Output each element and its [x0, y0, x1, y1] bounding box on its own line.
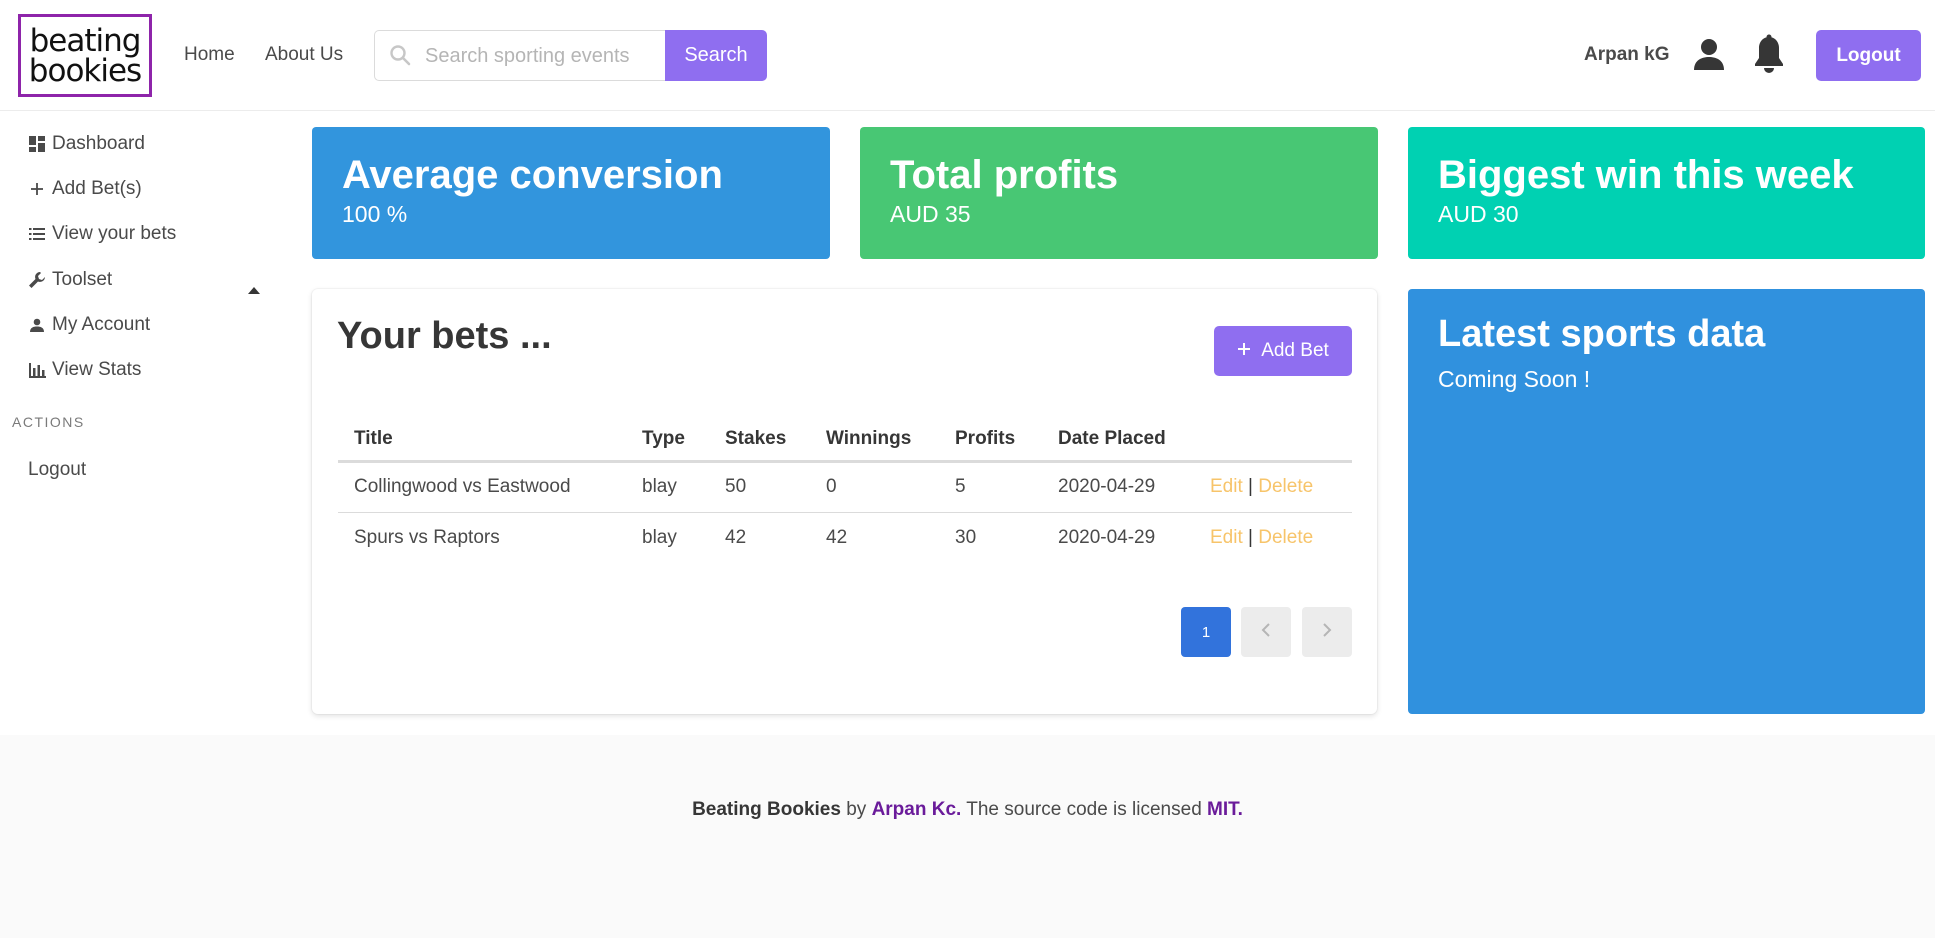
caret-up-icon[interactable]: [248, 281, 260, 299]
table-row: Collingwood vs Eastwood blay 50 0 5 2020…: [338, 461, 1352, 513]
nav-home-link[interactable]: Home: [184, 44, 235, 66]
wrench-icon: [28, 271, 46, 289]
sidebar-item-toolset[interactable]: Toolset: [28, 267, 112, 293]
bets-title: Your bets ...: [337, 315, 552, 357]
sidebar-item-label: My Account: [52, 314, 151, 335]
sports-subtitle: Coming Soon !: [1438, 366, 1591, 392]
cell-winnings: 0: [810, 461, 939, 513]
edit-link[interactable]: Edit: [1210, 527, 1243, 548]
sidebar-item-add-bets[interactable]: Add Bet(s): [28, 176, 142, 202]
footer-app-name: Beating Bookies: [692, 799, 841, 820]
cell-actions: Edit | Delete: [1194, 461, 1352, 513]
bets-card: Your bets ... Add Bet Title Type Stakes …: [312, 289, 1377, 714]
column-header: Stakes: [709, 419, 810, 463]
cell-winnings: 42: [826, 526, 848, 548]
sidebar-item-label: View Stats: [52, 359, 142, 380]
cell-date: 2020-04-29: [1058, 526, 1156, 548]
sports-title: Latest sports data: [1438, 313, 1766, 355]
stat-value: AUD 35: [890, 201, 971, 227]
edit-link[interactable]: Edit: [1210, 476, 1243, 497]
stat-title: Biggest win this week: [1438, 153, 1854, 197]
list-icon: [28, 227, 46, 241]
footer-license-link[interactable]: MIT.: [1207, 799, 1243, 820]
user-icon[interactable]: [1691, 36, 1727, 77]
pagination-page-1[interactable]: 1: [1181, 607, 1231, 657]
stat-card-biggest-win: Biggest win this week AUD 30: [1408, 127, 1925, 259]
column-header: Type: [626, 419, 709, 463]
table-header-row: Title Type Stakes Winnings Profits Date …: [338, 419, 1352, 463]
logo[interactable]: beating bookies: [18, 14, 152, 97]
pagination-previous-button[interactable]: [1241, 607, 1291, 657]
search-button[interactable]: Search: [665, 30, 767, 81]
pagination-next-button[interactable]: [1302, 607, 1352, 657]
search-input[interactable]: [425, 41, 655, 71]
column-header-actions: [1194, 419, 1352, 463]
user-name: Arpan kG: [1584, 44, 1670, 65]
sidebar-item-label: Dashboard: [52, 133, 145, 154]
add-bet-button[interactable]: Add Bet: [1214, 326, 1352, 376]
footer: Beating Bookies by Arpan Kc. The source …: [0, 735, 1935, 938]
sidebar-item-dashboard[interactable]: Dashboard: [28, 131, 145, 157]
logo-line-1: beating: [29, 22, 142, 59]
delete-link[interactable]: Delete: [1258, 527, 1313, 548]
stat-value: AUD 30: [1438, 201, 1519, 227]
delete-link[interactable]: Delete: [1258, 476, 1313, 497]
plus-icon: [28, 182, 46, 196]
bets-table: Title Type Stakes Winnings Profits Date …: [338, 419, 1352, 563]
chevron-right-icon: [1322, 622, 1332, 642]
dashboard-icon: [28, 136, 46, 152]
actions-section-label: ACTIONS: [12, 414, 85, 430]
sidebar-item-label: Add Bet(s): [52, 178, 142, 199]
top-navbar: beating bookies Home About Us Search Arp…: [0, 0, 1935, 111]
cell-title: Collingwood vs Eastwood: [338, 461, 626, 513]
sidebar-item-logout[interactable]: Logout: [28, 457, 86, 483]
search-icon: [389, 44, 411, 71]
column-header: Date Placed: [1042, 419, 1194, 463]
column-header: Profits: [939, 419, 1042, 463]
cell-profits: 30: [955, 526, 977, 548]
logout-button[interactable]: Logout: [1816, 30, 1921, 81]
cell-profits: 5: [939, 461, 1042, 513]
chevron-left-icon: [1261, 622, 1271, 642]
separator: |: [1248, 476, 1253, 497]
stat-value: 100 %: [342, 201, 408, 227]
footer-text: Beating Bookies by Arpan Kc. The source …: [0, 799, 1935, 821]
stat-card-average-conversion: Average conversion 100 %: [312, 127, 830, 259]
cell-date: 2020-04-29: [1042, 461, 1194, 513]
cell-stakes: 50: [709, 461, 810, 513]
column-header: Title: [338, 419, 626, 463]
footer-by: by: [840, 799, 872, 820]
search-box: [374, 30, 666, 81]
cell-type: blay: [642, 526, 677, 548]
stat-title: Average conversion: [342, 153, 723, 197]
nav-about-link[interactable]: About Us: [265, 44, 343, 66]
plus-icon: [1237, 340, 1251, 362]
user-icon: [28, 318, 46, 332]
stat-title: Total profits: [890, 153, 1119, 197]
column-header: Winnings: [810, 419, 939, 463]
cell-actions: Edit | Delete: [1194, 512, 1352, 563]
bell-icon[interactable]: [1752, 34, 1786, 81]
sidebar-item-label: Logout: [28, 459, 87, 480]
bar-chart-icon: [28, 362, 46, 378]
sidebar-item-my-account[interactable]: My Account: [28, 312, 150, 338]
sidebar-item-view-stats[interactable]: View Stats: [28, 357, 141, 383]
sidebar-item-label: View your bets: [52, 223, 177, 244]
footer-author-link[interactable]: Arpan Kc.: [872, 799, 962, 820]
logo-line-2: bookies: [28, 52, 142, 89]
stat-card-total-profits: Total profits AUD 35: [860, 127, 1378, 259]
separator: |: [1248, 526, 1253, 548]
footer-license-text: The source code is licensed: [961, 799, 1208, 820]
add-bet-label: Add Bet: [1261, 340, 1329, 361]
table-row: Spurs vs Raptors blay 42 42 30 2020-04-2…: [338, 512, 1352, 563]
latest-sports-data-card: Latest sports data Coming Soon !: [1408, 289, 1925, 714]
sidebar-item-label: Toolset: [52, 269, 113, 290]
cell-type: blay: [626, 461, 709, 513]
cell-stakes: 42: [725, 526, 747, 548]
cell-title: Spurs vs Raptors: [354, 526, 500, 548]
sidebar-item-view-bets[interactable]: View your bets: [28, 221, 176, 247]
